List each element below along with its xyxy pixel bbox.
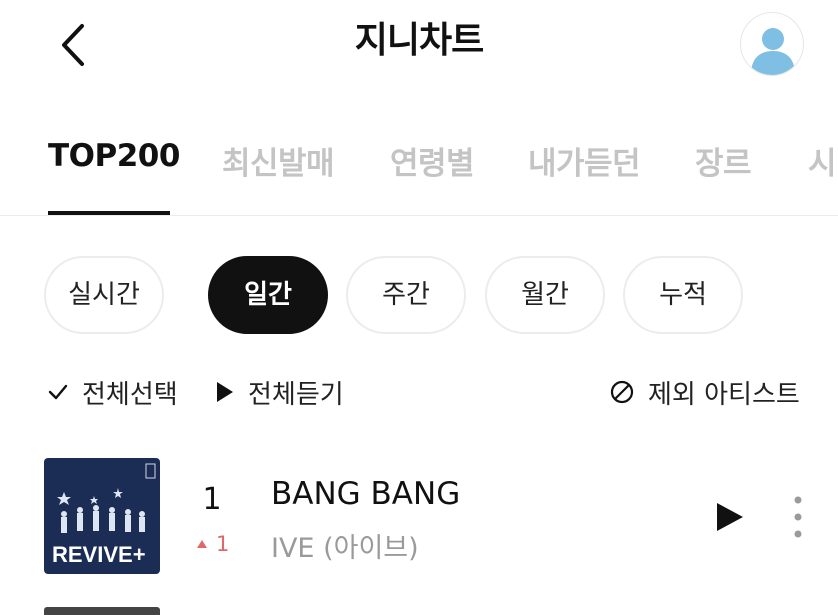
- next-album-art-partial: [44, 607, 160, 615]
- rank-change-value: 1: [216, 532, 230, 556]
- chart-tabs: TOP200 최신발매 연령별 내가듣던 장르 시: [0, 120, 838, 216]
- play-all-label: 전체듣기: [248, 379, 344, 410]
- tab-partial[interactable]: 시: [808, 138, 837, 183]
- album-art-text: REVIVE+: [52, 542, 146, 567]
- exclude-artist-button[interactable]: 제외 아티스트: [610, 372, 800, 412]
- play-icon: [717, 503, 743, 531]
- play-all-button[interactable]: 전체듣기: [216, 372, 344, 412]
- page-title: 지니차트: [354, 20, 484, 61]
- app-header: 지니차트: [0, 0, 838, 92]
- check-icon: [48, 384, 68, 400]
- rank-up-icon: [197, 540, 207, 548]
- more-vertical-icon: [794, 496, 802, 538]
- tab-new-release[interactable]: 최신발매: [222, 138, 335, 183]
- song-title[interactable]: BANG BANG: [271, 476, 460, 512]
- tab-top200[interactable]: TOP200: [48, 138, 180, 174]
- period-chip-weekly[interactable]: 주간: [346, 256, 466, 334]
- tab-my-history[interactable]: 내가듣던: [528, 138, 641, 183]
- active-tab-indicator: [48, 211, 170, 215]
- user-icon: [751, 28, 795, 75]
- play-icon: [217, 382, 233, 402]
- period-chip-daily[interactable]: 일간: [208, 256, 328, 334]
- exclude-artist-label: 제외 아티스트: [648, 379, 800, 410]
- tab-genre[interactable]: 장르: [695, 138, 752, 183]
- album-art[interactable]: REVIVE+: [44, 458, 160, 574]
- tab-age[interactable]: 연령별: [390, 138, 475, 183]
- rank-number: 1: [202, 482, 222, 517]
- song-artist[interactable]: IVE (아이브): [271, 526, 419, 565]
- period-chip-cumulative[interactable]: 누적: [623, 256, 743, 334]
- song-more-button[interactable]: [788, 494, 808, 540]
- select-all-button[interactable]: 전체선택: [48, 372, 178, 412]
- rank-change: 1: [196, 532, 229, 556]
- album-cover-image: REVIVE+: [44, 458, 160, 574]
- chart-page: 지니차트 TOP200 최신발매 연령별 내가듣던 장르 시 실시간 일간 주간…: [0, 0, 838, 615]
- period-chip-monthly[interactable]: 월간: [485, 256, 605, 334]
- song-row[interactable]: REVIVE+ 1 1 BANG BANG IVE (아이브): [0, 456, 838, 576]
- period-chip-realtime[interactable]: 실시간: [44, 256, 164, 334]
- avatar[interactable]: [740, 12, 804, 76]
- select-all-label: 전체선택: [82, 379, 178, 410]
- block-icon: [610, 380, 634, 404]
- song-play-button[interactable]: [712, 500, 746, 534]
